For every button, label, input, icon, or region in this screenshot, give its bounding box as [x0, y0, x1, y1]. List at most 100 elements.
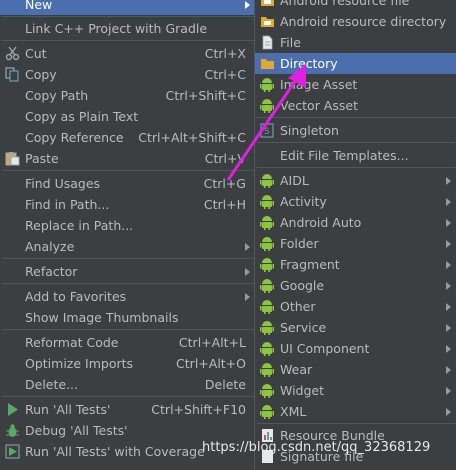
shortcut-text: Ctrl+Shift+F10: [151, 402, 246, 417]
android-icon: [260, 363, 274, 377]
separator: [257, 142, 455, 143]
menu-item-find-usages[interactable]: Find Usages Ctrl+G: [0, 173, 256, 194]
menu-item-label: Edit File Templates...: [280, 148, 409, 163]
run-icon: [8, 403, 18, 416]
menu-item-label: Android resource directory: [280, 14, 447, 29]
submenu-item-widget[interactable]: Widget: [255, 380, 456, 401]
menu-item-label: Copy Reference: [25, 130, 124, 145]
menu-item-show-image-thumbnails[interactable]: Show Image Thumbnails: [0, 307, 256, 328]
submenu-arrow-icon: [446, 261, 451, 269]
menu-item-label: Find Usages: [25, 176, 101, 191]
separator: [2, 329, 254, 330]
shortcut-text: Delete: [204, 377, 246, 392]
separator: [2, 40, 254, 41]
menu-item-run-all-tests[interactable]: Run 'All Tests' Ctrl+Shift+F10: [0, 399, 256, 420]
menu-item-copy-reference[interactable]: Copy Reference Ctrl+Alt+Shift+C: [0, 127, 256, 148]
submenu-item-android-resource-directory[interactable]: Android resource directory: [255, 11, 456, 32]
submenu-item-singleton[interactable]: S Singleton: [255, 120, 456, 141]
menu-item-delete[interactable]: Delete... Delete: [0, 374, 256, 395]
shortcut-text: Ctrl+G: [203, 176, 246, 191]
android-icon: [260, 405, 274, 419]
menu-item-add-to-favorites[interactable]: Add to Favorites: [0, 286, 256, 307]
submenu-item-service[interactable]: Service: [255, 317, 456, 338]
android-icon: [260, 237, 274, 251]
menu-item-copy-plain-text[interactable]: Copy as Plain Text: [0, 106, 256, 127]
submenu-item-aidl[interactable]: AIDL: [255, 170, 456, 191]
menu-item-link-cpp[interactable]: Link C++ Project with Gradle: [0, 18, 256, 39]
android-resource-file-icon: [261, 0, 274, 6]
menu-item-cut[interactable]: Cut Ctrl+X: [0, 43, 256, 64]
menu-item-label: Google: [280, 278, 325, 293]
menu-item-label: Other: [280, 299, 316, 314]
submenu-item-android-auto[interactable]: Android Auto: [255, 212, 456, 233]
submenu-arrow-icon: [446, 345, 451, 353]
menu-item-label: Refactor: [25, 264, 78, 279]
separator: [257, 167, 455, 168]
submenu-arrow-icon: [446, 240, 451, 248]
submenu-item-edit-file-templates[interactable]: Edit File Templates...: [255, 145, 456, 166]
separator: [257, 423, 455, 424]
submenu-arrow-icon: [245, 293, 250, 301]
context-menu: New Link C++ Project with Gradle Cut Ctr…: [0, 0, 257, 470]
menu-item-label: File: [280, 35, 301, 50]
menu-item-analyze[interactable]: Analyze: [0, 236, 256, 257]
android-icon: [260, 174, 274, 188]
menu-item-label: Fragment: [280, 257, 340, 272]
submenu-item-other[interactable]: Other: [255, 296, 456, 317]
new-submenu: Android resource file Android resource d…: [254, 0, 456, 470]
separator: [257, 117, 455, 118]
shortcut-text: Ctrl+Alt+O: [176, 356, 246, 371]
file-icon: [262, 35, 273, 50]
android-icon: [260, 300, 274, 314]
android-icon: [260, 195, 274, 209]
menu-item-label: Find in Path...: [25, 197, 110, 212]
menu-item-copy-path[interactable]: Copy Path Ctrl+Shift+C: [0, 85, 256, 106]
submenu-item-android-resource-file[interactable]: Android resource file: [255, 0, 456, 11]
submenu-item-folder[interactable]: Folder: [255, 233, 456, 254]
menu-item-label: Optimize Imports: [25, 356, 134, 371]
submenu-item-xml[interactable]: XML: [255, 401, 456, 422]
android-icon: [260, 384, 274, 398]
menu-item-label: Vector Asset: [280, 98, 358, 113]
android-icon: [260, 216, 274, 230]
menu-item-copy[interactable]: Copy Ctrl+C: [0, 64, 256, 85]
submenu-arrow-icon: [446, 303, 451, 311]
submenu-item-vector-asset[interactable]: Vector Asset: [255, 95, 456, 116]
menu-item-label: Cut: [25, 46, 47, 61]
submenu-arrow-icon: [245, 268, 250, 276]
menu-item-label: XML: [280, 404, 307, 419]
menu-item-refactor[interactable]: Refactor: [0, 261, 256, 282]
menu-item-label: Debug 'All Tests': [25, 423, 128, 438]
submenu-item-ui-component[interactable]: UI Component: [255, 338, 456, 359]
submenu-arrow-icon: [446, 177, 451, 185]
submenu-item-activity[interactable]: Activity: [255, 191, 456, 212]
submenu-item-image-asset[interactable]: Image Asset: [255, 74, 456, 95]
menu-item-debug-all-tests[interactable]: Debug 'All Tests': [0, 420, 256, 441]
submenu-item-wear[interactable]: Wear: [255, 359, 456, 380]
menu-item-find-in-path[interactable]: Find in Path... Ctrl+H: [0, 194, 256, 215]
submenu-item-google[interactable]: Google: [255, 275, 456, 296]
menu-item-replace-in-path[interactable]: Replace in Path...: [0, 215, 256, 236]
menu-item-label: Replace in Path...: [25, 218, 134, 233]
separator: [2, 16, 254, 17]
menu-item-new[interactable]: New: [0, 0, 256, 15]
debug-icon: [6, 424, 19, 437]
android-icon: [260, 78, 274, 92]
menu-item-label: Directory: [280, 56, 338, 71]
submenu-item-fragment[interactable]: Fragment: [255, 254, 456, 275]
coverage-icon: [5, 444, 20, 459]
menu-item-paste[interactable]: Paste Ctrl+V: [0, 148, 256, 169]
submenu-item-file[interactable]: File: [255, 32, 456, 53]
menu-item-label: AIDL: [280, 173, 309, 188]
submenu-arrow-icon: [446, 324, 451, 332]
submenu-item-directory[interactable]: Directory: [255, 53, 456, 74]
menu-item-optimize-imports[interactable]: Optimize Imports Ctrl+Alt+O: [0, 353, 256, 374]
menu-item-label: Wear: [280, 362, 313, 377]
menu-item-reformat-code[interactable]: Reformat Code Ctrl+Alt+L: [0, 332, 256, 353]
menu-item-label: Image Asset: [280, 77, 358, 92]
menu-item-label: Analyze: [25, 239, 75, 254]
submenu-arrow-icon: [446, 219, 451, 227]
clipboard-icon: [5, 152, 20, 166]
menu-item-label: Run 'All Tests': [25, 402, 111, 417]
shortcut-text: Ctrl+H: [203, 197, 246, 212]
